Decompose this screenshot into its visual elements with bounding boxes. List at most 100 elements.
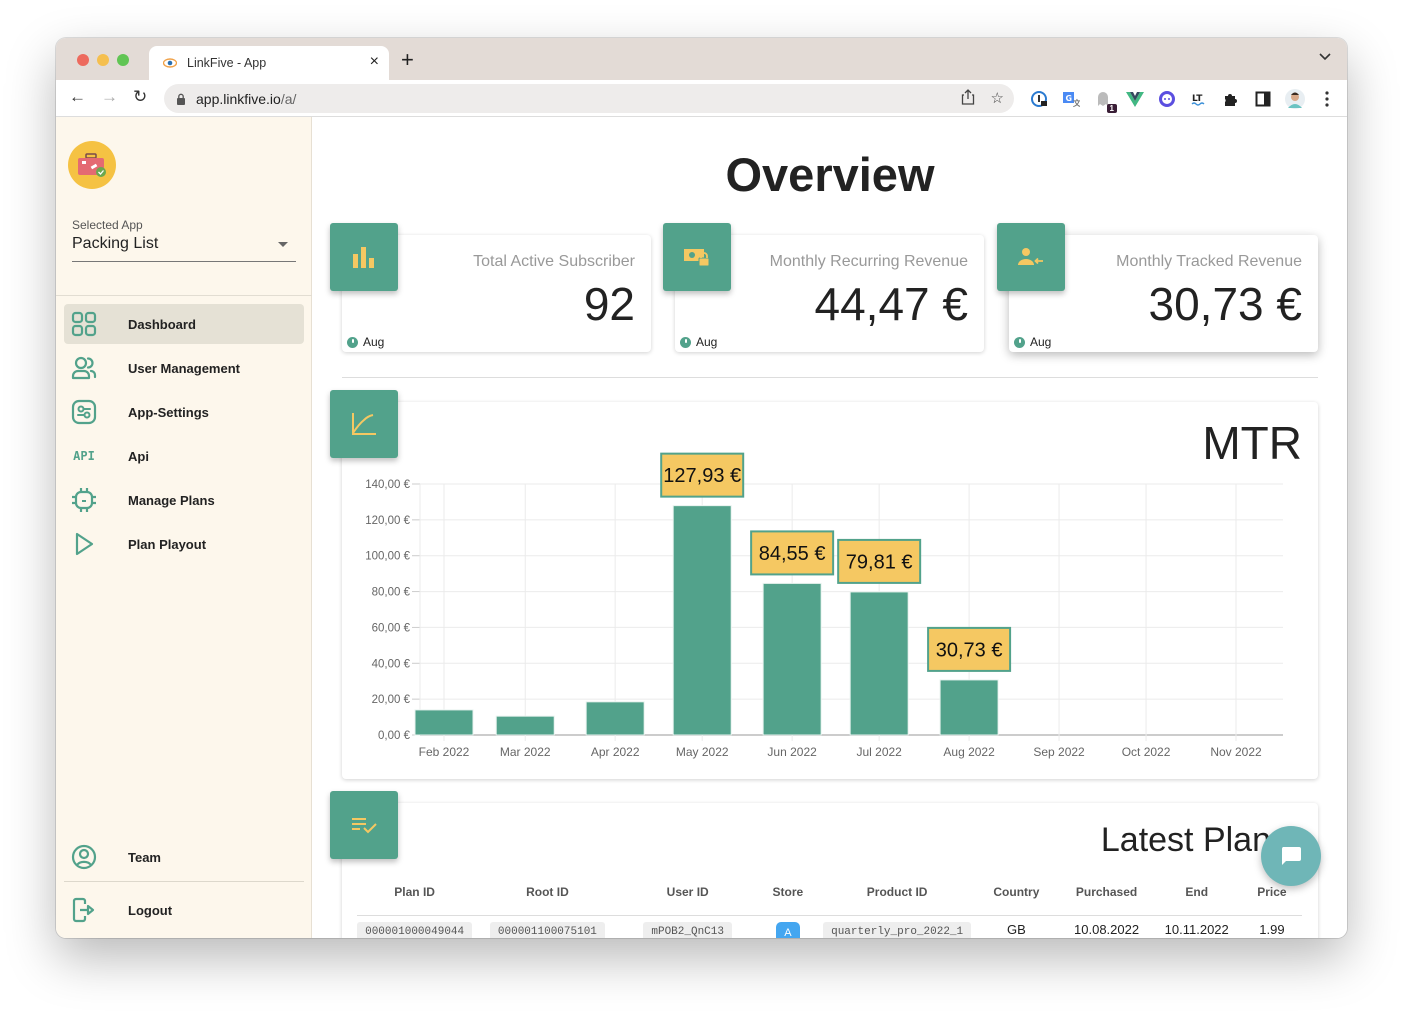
new-tab-button[interactable]: + xyxy=(401,49,414,71)
url-path: /a/ xyxy=(280,90,297,107)
mtr-chart-card: 0,00 € 20,00 € 40,00 € 60,00 € 80,00 € 100,00… xyxy=(330,390,1318,779)
tab-search-chevron-icon[interactable] xyxy=(1319,53,1331,61)
y-tick-label: 20,00 € xyxy=(372,694,411,706)
back-arrow-icon[interactable]: ← xyxy=(69,88,86,105)
section-divider xyxy=(342,377,1318,378)
stat-value: 44,47 € xyxy=(814,278,968,330)
password-manager-extension-icon[interactable] xyxy=(1028,88,1049,109)
y-tick-label: 60,00 € xyxy=(372,622,411,634)
play-icon xyxy=(64,531,104,557)
column-header-user-id[interactable]: User ID xyxy=(622,869,753,916)
data-label: 79,81 € xyxy=(846,551,913,573)
reload-icon[interactable]: ↻ xyxy=(133,88,147,105)
side-panel-icon[interactable] xyxy=(1252,88,1273,109)
sidebar-item-logout[interactable]: Logout xyxy=(64,890,304,930)
product-id-chip: quarterly_pro_2022_1 xyxy=(823,921,972,938)
column-header-root-id[interactable]: Root ID xyxy=(472,869,623,916)
account-circle-icon xyxy=(64,844,104,870)
column-header-end[interactable]: End xyxy=(1151,869,1242,916)
ghostery-extension-icon[interactable]: 1 xyxy=(1092,88,1117,113)
stat-card-mrr: Monthly Recurring Revenue 44,47 € Aug xyxy=(663,223,984,352)
x-tick-label: Nov 2022 xyxy=(1210,745,1262,759)
close-window-button[interactable] xyxy=(77,54,89,66)
tab-close-icon[interactable]: × xyxy=(370,53,379,71)
forward-arrow-icon[interactable]: → xyxy=(101,88,118,105)
url-host: app.linkfive.io xyxy=(196,90,281,107)
chat-support-button[interactable] xyxy=(1261,826,1321,886)
column-header-plan-id[interactable]: Plan ID xyxy=(357,869,473,916)
sidebar-item-app-settings[interactable]: App-Settings xyxy=(64,392,304,432)
clock-icon xyxy=(680,336,691,348)
stat-value: 92 xyxy=(583,278,635,330)
column-header-purchased[interactable]: Purchased xyxy=(1061,869,1152,916)
browser-menu-icon[interactable] xyxy=(1316,88,1337,109)
stat-label: Monthly Tracked Revenue xyxy=(1116,253,1302,270)
cell-plan-id: 000001000049044 xyxy=(357,915,473,938)
google-translate-extension-icon[interactable]: G文 xyxy=(1060,88,1081,109)
languagetool-extension-icon[interactable]: LT xyxy=(1188,88,1209,109)
column-header-country[interactable]: Country xyxy=(971,869,1062,916)
chip-icon xyxy=(64,487,104,513)
minimize-window-button[interactable] xyxy=(97,54,109,66)
data-label: 84,55 € xyxy=(759,543,826,565)
page-title: Overview xyxy=(725,148,935,201)
sidebar-item-user-management[interactable]: User Management xyxy=(64,348,304,388)
logout-icon xyxy=(64,897,104,923)
extension-badge: 1 xyxy=(1106,104,1117,113)
y-tick-label: 140,00 € xyxy=(365,479,410,491)
share-icon[interactable] xyxy=(961,89,975,105)
bar xyxy=(762,582,822,736)
chart-title: MTR xyxy=(1202,417,1302,469)
stat-footer: Aug xyxy=(680,335,717,349)
bar xyxy=(585,701,645,736)
sidebar-item-manage-plans[interactable]: Manage Plans xyxy=(64,480,304,520)
column-header-product-id[interactable]: Product ID xyxy=(822,869,972,916)
address-bar[interactable]: app.linkfive.io/a/ ☆ xyxy=(164,84,1014,113)
sidebar-item-label: Logout xyxy=(128,902,173,918)
browser-toolbar: ← → ↻ app.linkfive.io/a/ ☆ G文 1 LT xyxy=(56,80,1347,117)
selected-app-label: Selected App xyxy=(72,218,143,232)
app-select-dropdown[interactable]: Packing List xyxy=(72,235,296,262)
x-tick-label: Feb 2022 xyxy=(419,745,470,759)
bar xyxy=(414,709,474,736)
url-text: app.linkfive.io/a/ xyxy=(196,91,296,107)
mtr-bar-chart: 0,00 € 20,00 € 40,00 € 60,00 € 80,00 € 100,00… xyxy=(365,452,1283,759)
stat-period: Aug xyxy=(363,335,385,349)
x-tick-label: Aug 2022 xyxy=(943,745,995,759)
x-tick-label: Jul 2022 xyxy=(856,745,902,759)
table-icon-tile xyxy=(330,791,398,859)
table-row[interactable]: 000001000049044 000001100075101 mPOB2_Qn… xyxy=(357,915,1302,938)
cell-root-id: 000001100075101 xyxy=(472,915,622,938)
cell-price: 1.99 xyxy=(1259,921,1285,937)
maximize-window-button[interactable] xyxy=(117,54,129,66)
chat-bubble-extension-icon[interactable] xyxy=(1156,88,1177,109)
stat-label: Total Active Subscriber xyxy=(473,253,635,270)
sidebar-item-team[interactable]: Team xyxy=(64,837,304,877)
sidebar-item-label: User Management xyxy=(128,360,240,376)
sidebar-item-label: App-Settings xyxy=(128,404,209,420)
svg-text:文: 文 xyxy=(1073,98,1080,108)
browser-tab[interactable]: LinkFive - App × xyxy=(149,46,389,80)
sidebar-item-dashboard[interactable]: Dashboard xyxy=(64,304,304,344)
stat-icon-tile xyxy=(997,223,1065,291)
sidebar-item-plan-playout[interactable]: Plan Playout xyxy=(64,524,304,564)
x-tick-label: Sep 2022 xyxy=(1033,745,1085,759)
playlist-check-icon xyxy=(352,818,377,834)
bookmark-star-icon[interactable]: ☆ xyxy=(991,89,1004,107)
y-tick-label: 100,00 € xyxy=(365,551,410,563)
clock-icon xyxy=(347,336,358,348)
cell-purchased: 10.08.2022 xyxy=(1074,921,1140,937)
linkfive-favicon-icon xyxy=(163,58,177,68)
app-logo xyxy=(68,141,116,189)
extensions-puzzle-icon[interactable] xyxy=(1220,88,1241,109)
y-tick-label: 80,00 € xyxy=(372,587,411,599)
root-id-chip: 000001100075101 xyxy=(489,921,605,938)
x-tick-label: May 2022 xyxy=(676,745,729,759)
lock-icon xyxy=(177,93,185,105)
column-header-store[interactable]: Store xyxy=(752,869,823,916)
sidebar-item-api[interactable]: API Api xyxy=(64,436,304,476)
profile-avatar-icon[interactable] xyxy=(1284,88,1305,109)
vue-devtools-extension-icon[interactable] xyxy=(1124,88,1145,109)
bar xyxy=(939,679,999,736)
cell-product-id: quarterly_pro_2022_1 xyxy=(823,915,972,938)
